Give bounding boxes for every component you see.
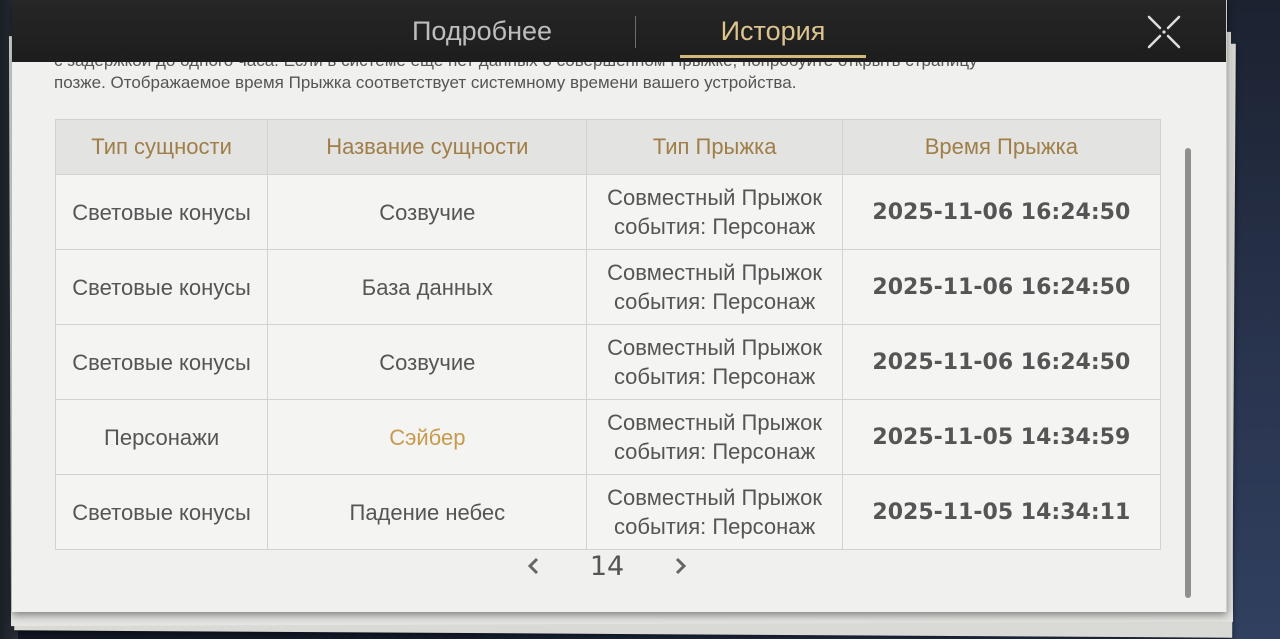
cell-entity-type: Персонажи [54, 399, 269, 475]
table-row: Персонажи Сэйбер Совместный Прыжок событ… [54, 399, 1162, 475]
table-row: Световые конусы Падение небес Совместный… [54, 474, 1162, 550]
tab-bar: Подробнее История [12, 0, 1226, 62]
tab-history-label: История [720, 15, 826, 46]
history-table: Тип сущности Название сущности Тип Прыжк… [54, 119, 1162, 550]
cell-jump-time: 2025-11-06 16:24:50 [841, 249, 1162, 325]
header-jump-type: Тип Прыжка [586, 119, 843, 175]
header-jump-time: Время Прыжка [841, 119, 1162, 175]
chevron-left-icon [527, 557, 539, 575]
table-row: Световые конусы Созвучие Совместный Прыж… [54, 324, 1162, 400]
header-entity-type: Тип сущности [54, 119, 269, 175]
cell-entity-type: Световые конусы [54, 324, 269, 400]
header-entity-name: Название сущности [267, 119, 588, 175]
cell-jump-time: 2025-11-05 14:34:11 [841, 474, 1162, 550]
cell-entity-name: Созвучие [267, 324, 588, 400]
tab-divider [635, 16, 636, 48]
chevron-right-icon [675, 557, 687, 575]
cell-jump-type: Совместный Прыжок события: Персонаж [586, 399, 843, 475]
table-header-row: Тип сущности Название сущности Тип Прыжк… [54, 119, 1162, 175]
cell-jump-type: Совместный Прыжок события: Персонаж [586, 174, 843, 250]
notice-line-1: с задержкой до одного часа. Если в систе… [54, 62, 1164, 72]
cell-entity-name: Созвучие [267, 174, 588, 250]
close-button[interactable] [1144, 12, 1184, 52]
cell-entity-name: База данных [267, 249, 588, 325]
next-page-button[interactable] [668, 554, 692, 578]
notice-line-2: позже. Отображаемое время Прыжка соответ… [54, 73, 797, 92]
prev-page-button[interactable] [522, 554, 546, 578]
cell-jump-time: 2025-11-06 16:24:50 [841, 174, 1162, 250]
cell-entity-name: Сэйбер [267, 399, 588, 475]
cell-entity-type: Световые конусы [54, 474, 269, 550]
cell-entity-type: Световые конусы [54, 174, 269, 250]
active-tab-indicator [680, 55, 866, 58]
tab-details[interactable]: Подробнее [332, 0, 632, 62]
background-right [1228, 0, 1280, 639]
cell-jump-type: Совместный Прыжок события: Персонаж [586, 474, 843, 550]
cell-jump-time: 2025-11-06 16:24:50 [841, 324, 1162, 400]
table-row: Световые конусы Созвучие Совместный Прыж… [54, 174, 1162, 250]
cell-jump-type: Совместный Прыжок события: Персонаж [586, 249, 843, 325]
close-icon [1147, 15, 1181, 49]
cell-jump-type: Совместный Прыжок события: Персонаж [586, 324, 843, 400]
scrollbar-thumb[interactable] [1185, 148, 1191, 598]
page-number: 14 [589, 550, 625, 582]
tab-history[interactable]: История [680, 0, 866, 62]
history-panel: Подробнее История с задержкой до одного … [12, 0, 1227, 612]
history-notice: с задержкой до одного часа. Если в систе… [54, 62, 1164, 108]
cell-entity-name: Падение небес [267, 474, 588, 550]
cell-entity-type: Световые конусы [54, 249, 269, 325]
pagination: 14 [522, 546, 692, 586]
tab-details-label: Подробнее [411, 15, 553, 46]
cell-jump-time: 2025-11-05 14:34:59 [841, 399, 1162, 475]
table-row: Световые конусы База данных Совместный П… [54, 249, 1162, 325]
